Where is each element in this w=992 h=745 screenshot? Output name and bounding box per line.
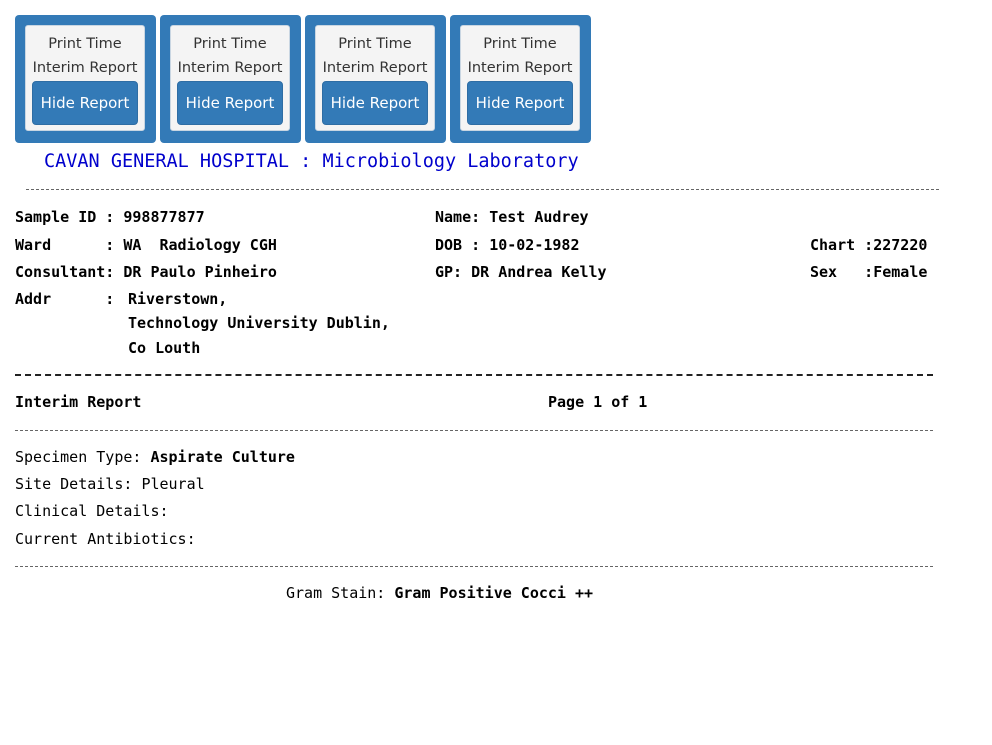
report-card: Print Time Interim Report Hide Report xyxy=(15,15,156,143)
gp-row: GP: DR Andrea Kelly xyxy=(435,263,607,281)
report-type-label: Interim Report xyxy=(467,60,573,76)
hide-report-button[interactable]: Hide Report xyxy=(32,81,138,125)
section-divider xyxy=(15,566,933,567)
hide-report-button[interactable]: Hide Report xyxy=(467,81,573,125)
dob-value: 10-02-1982 xyxy=(489,236,580,254)
gram-stain-value: Gram Positive Cocci ++ xyxy=(394,584,594,602)
report-type-heading: Interim Report xyxy=(15,393,142,411)
ward-label: Ward : xyxy=(15,236,124,254)
section-divider xyxy=(15,430,933,431)
header-divider xyxy=(26,189,939,190)
chart-label: Chart : xyxy=(810,236,874,254)
print-time-label: Print Time xyxy=(193,36,267,52)
specimen-type-row: Specimen Type: Aspirate Culture xyxy=(15,448,295,466)
ward-value: WA Radiology CGH xyxy=(123,236,277,254)
site-details-label: Site Details: xyxy=(15,475,142,493)
report-card-body: Print Time Interim Report Hide Report xyxy=(315,25,435,131)
name-label: Name: xyxy=(435,208,490,226)
dob-row: DOB : 10-02-1982 xyxy=(435,236,580,254)
hide-report-button[interactable]: Hide Report xyxy=(322,81,428,125)
print-time-label: Print Time xyxy=(48,36,122,52)
name-value: Test Audrey xyxy=(489,208,589,226)
report-type-label: Interim Report xyxy=(177,60,283,76)
report-card: Print Time Interim Report Hide Report xyxy=(450,15,591,143)
addr-line: Co Louth xyxy=(128,339,201,357)
gram-stain-row: Gram Stain: Gram Positive Cocci ++ xyxy=(286,584,593,602)
addr-line: Riverstown, xyxy=(128,290,228,308)
report-type-label: Interim Report xyxy=(32,60,138,76)
addr-label: Addr : xyxy=(15,290,124,308)
report-type-label: Interim Report xyxy=(322,60,428,76)
sample-id-row: Sample ID : 998877877 xyxy=(15,208,205,226)
print-time-label: Print Time xyxy=(483,36,557,52)
consultant-row: Consultant: DR Paulo Pinheiro xyxy=(15,263,277,281)
print-time-label: Print Time xyxy=(338,36,412,52)
report-card-body: Print Time Interim Report Hide Report xyxy=(460,25,580,131)
hospital-title: CAVAN GENERAL HOSPITAL : Microbiology La… xyxy=(44,151,579,172)
gp-label: GP: xyxy=(435,263,472,281)
specimen-type-value: Aspirate Culture xyxy=(150,448,295,466)
gp-value: DR Andrea Kelly xyxy=(471,263,607,281)
sex-row: Sex :Female xyxy=(810,263,927,281)
sample-id-value: 998877877 xyxy=(123,208,205,226)
consultant-value: DR Paulo Pinheiro xyxy=(123,263,277,281)
page-info: Page 1 of 1 xyxy=(548,393,648,411)
report-card: Print Time Interim Report Hide Report xyxy=(160,15,301,143)
site-details-value: Pleural xyxy=(141,475,205,493)
report-card-body: Print Time Interim Report Hide Report xyxy=(170,25,290,131)
sample-id-label: Sample ID : xyxy=(15,208,124,226)
sex-label: Sex : xyxy=(810,263,874,281)
chart-value: 227220 xyxy=(873,236,928,254)
current-antibiotics-label: Current Antibiotics: xyxy=(15,530,196,548)
site-details-row: Site Details: Pleural xyxy=(15,475,205,493)
dob-label: DOB : xyxy=(435,236,490,254)
consultant-label: Consultant: xyxy=(15,263,124,281)
section-divider xyxy=(15,374,933,376)
clinical-details-label: Clinical Details: xyxy=(15,502,169,520)
report-card: Print Time Interim Report Hide Report xyxy=(305,15,446,143)
ward-row: Ward : WA Radiology CGH xyxy=(15,236,277,254)
chart-row: Chart :227220 xyxy=(810,236,927,254)
sex-value: Female xyxy=(873,263,928,281)
gram-stain-label: Gram Stain: xyxy=(286,584,395,602)
name-row: Name: Test Audrey xyxy=(435,208,589,226)
addr-line: Technology University Dublin, xyxy=(128,314,390,332)
specimen-type-label: Specimen Type: xyxy=(15,448,151,466)
hide-report-button[interactable]: Hide Report xyxy=(177,81,283,125)
report-card-body: Print Time Interim Report Hide Report xyxy=(25,25,145,131)
